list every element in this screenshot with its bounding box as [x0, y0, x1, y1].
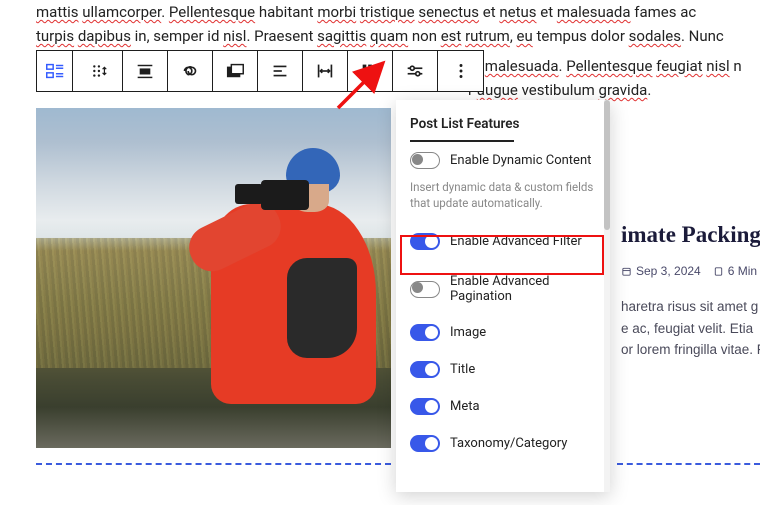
toggle-switch[interactable]	[410, 152, 440, 169]
text-align-icon[interactable]	[258, 51, 303, 91]
post-read-time: 6 Min R	[728, 264, 760, 278]
block-type-icon[interactable]	[37, 51, 73, 91]
feature-toggle-pagination[interactable]: Enable Advanced Pagination	[396, 264, 610, 314]
feature-label: Title	[450, 362, 475, 377]
post-card-excerpt: haretra risus sit amet g e ac, feugiat v…	[621, 296, 760, 361]
post-card-meta: Sep 3, 2024 6 Min R	[621, 264, 760, 278]
post-card-title[interactable]: imate Packing	[621, 222, 760, 248]
feature-toggle-title[interactable]: Title	[396, 351, 610, 388]
toggle-switch[interactable]	[410, 324, 440, 341]
dashed-separator-right	[617, 463, 760, 465]
popover-title: Post List Features	[396, 100, 610, 142]
feature-label: Meta	[450, 399, 480, 414]
paragraph-lines-behind-toolbar: ta malesuada. Pellentesque feugiat nisl …	[468, 54, 760, 102]
drag-move-button[interactable]	[73, 51, 123, 91]
toggle-switch[interactable]	[410, 361, 440, 378]
read-time-icon	[713, 266, 724, 277]
feature-label: Enable Dynamic Content	[450, 153, 591, 168]
width-icon[interactable]	[303, 51, 348, 91]
features-popover: Post List Features Enable Dynamic Conten…	[396, 100, 610, 492]
post-featured-image[interactable]	[36, 108, 391, 448]
dashed-separator-left	[36, 463, 391, 465]
feature-toggle-filter[interactable]: Enable Advanced Filter	[396, 219, 610, 264]
feature-toggle-dynamic[interactable]: Enable Dynamic Content	[396, 142, 610, 179]
feature-label: Image	[450, 325, 486, 340]
image-gallery-icon[interactable]	[213, 51, 258, 91]
toggle-switch[interactable]	[410, 281, 440, 298]
align-button[interactable]	[123, 51, 168, 91]
feature-toggle-taxonomy[interactable]: Taxonomy/Category	[396, 425, 610, 462]
more-options-icon[interactable]	[438, 51, 483, 91]
post-card: imate Packing Sep 3, 2024 6 Min R haretr…	[621, 222, 760, 422]
grid-settings-icon[interactable]	[348, 51, 393, 91]
feature-toggle-image[interactable]: Image	[396, 314, 610, 351]
image-person	[191, 148, 381, 408]
loop-icon[interactable]	[168, 51, 213, 91]
feature-label: Taxonomy/Category	[450, 436, 567, 451]
filter-sliders-icon[interactable]	[393, 51, 438, 91]
calendar-icon	[621, 266, 632, 277]
toggle-switch[interactable]	[410, 398, 440, 415]
block-toolbar	[36, 50, 484, 92]
feature-help-text: Insert dynamic data & custom fields that…	[396, 179, 610, 219]
toggle-switch[interactable]	[410, 435, 440, 452]
feature-label: Enable Advanced Filter	[450, 234, 582, 249]
feature-toggle-meta[interactable]: Meta	[396, 388, 610, 425]
feature-label: Enable Advanced Pagination	[450, 274, 596, 304]
post-date: Sep 3, 2024	[636, 264, 701, 278]
toggle-switch[interactable]	[410, 233, 440, 250]
